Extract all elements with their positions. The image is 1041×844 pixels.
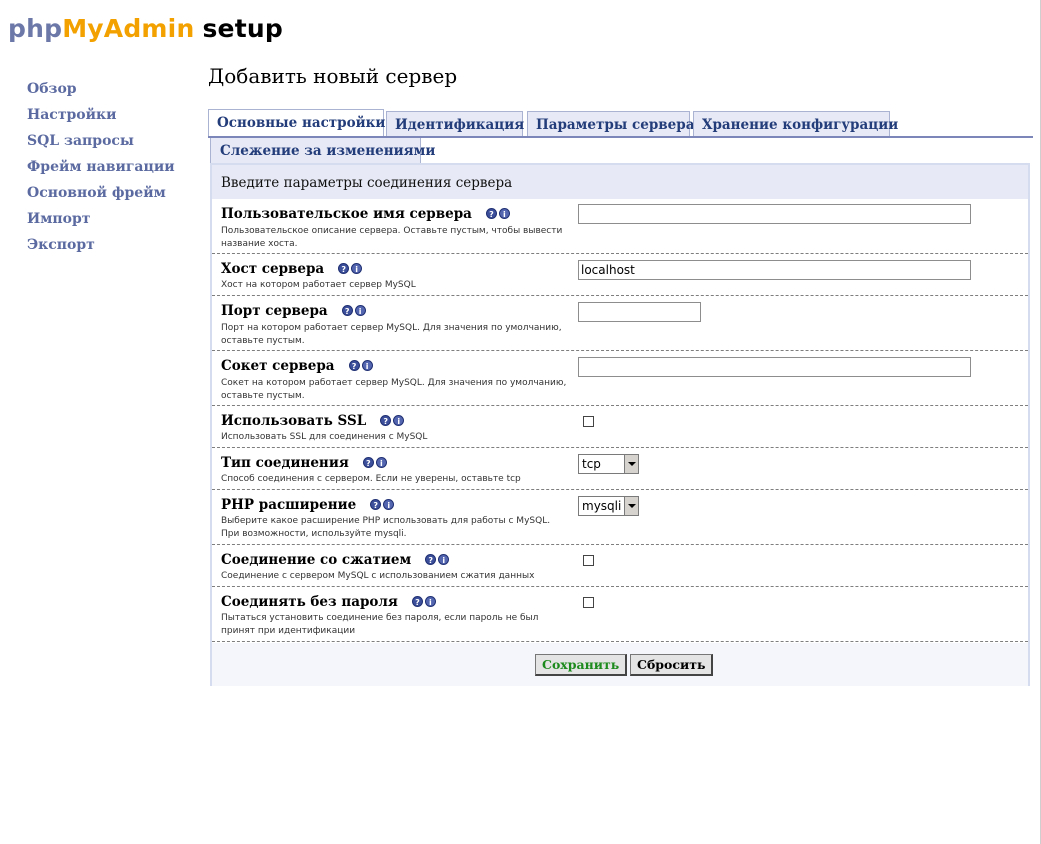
menu-item-overview[interactable]: Обзор <box>27 79 175 105</box>
menu-item-navigation-frame[interactable]: Фрейм навигации <box>27 157 175 183</box>
field-description: Способ соединения с сервером. Если не ув… <box>221 474 521 484</box>
documentation-icon[interactable]: ? <box>338 263 350 274</box>
compress-checkbox[interactable] <box>583 555 594 566</box>
info-icon[interactable]: i <box>393 415 405 426</box>
field-description: Пытаться установить соединение без парол… <box>221 613 539 636</box>
field-label: Использовать SSL? i <box>221 412 406 429</box>
info-icon[interactable]: i <box>375 457 387 468</box>
documentation-icon[interactable]: ? <box>348 360 360 371</box>
left-menu: Обзор Настройки SQL запросы Фрейм навига… <box>27 79 175 261</box>
menu-item-main-frame[interactable]: Основной фрейм <box>27 183 175 209</box>
field-label: Пользовательское имя сервера? i <box>221 205 512 222</box>
server-host-input[interactable] <box>578 260 971 280</box>
field-label: PHP расширение? i <box>221 496 396 513</box>
tab-server-parameters[interactable]: Параметры сервера <box>527 111 694 137</box>
info-icon[interactable]: i <box>351 263 363 274</box>
chevron-down-icon[interactable] <box>624 497 638 515</box>
documentation-icon[interactable]: ? <box>380 415 392 426</box>
field-label: Порт сервера? i <box>221 302 368 319</box>
field-label: Соединение со сжатием? i <box>221 551 451 568</box>
documentation-icon[interactable]: ? <box>425 554 437 565</box>
tab-basic-settings[interactable]: Основные настройки <box>208 109 385 137</box>
server-socket-input[interactable] <box>578 357 971 377</box>
field-description: Соединение с сервером MySQL с использова… <box>221 571 535 581</box>
connect-type-select[interactable]: tcp <box>578 454 639 474</box>
menu-item-import[interactable]: Импорт <box>27 209 175 235</box>
documentation-icon[interactable]: ? <box>485 208 497 219</box>
save-button[interactable]: Сохранить <box>535 654 628 676</box>
field-row-nopassword: Соединять без пароля? i Пытаться установи… <box>212 587 1028 642</box>
info-icon[interactable]: i <box>354 305 366 316</box>
field-description: Порт на котором работает сервер MySQL. Д… <box>221 323 562 346</box>
field-label: Тип соединения? i <box>221 454 389 471</box>
server-port-input[interactable] <box>578 302 701 322</box>
info-icon[interactable]: i <box>498 208 510 219</box>
documentation-icon[interactable]: ? <box>341 305 353 316</box>
info-icon[interactable]: i <box>424 596 436 607</box>
field-row-extension: PHP расширение? i Выберите какое расширен… <box>212 490 1028 545</box>
field-row-compress: Соединение со сжатием? i Соединение с сер… <box>212 545 1028 587</box>
field-row-port: Порт сервера? i Порт на котором работает … <box>212 296 1028 351</box>
field-row-verbose-name: Пользовательское имя сервера? i Пользоват… <box>212 199 1028 254</box>
app-logo[interactable]: phpMyAdmin setup <box>8 14 283 43</box>
menu-item-export[interactable]: Экспорт <box>27 235 175 261</box>
field-label: Сокет сервера? i <box>221 357 375 374</box>
documentation-icon[interactable]: ? <box>370 499 382 510</box>
documentation-icon[interactable]: ? <box>411 596 423 607</box>
tab-config-storage[interactable]: Хранение конфигурации <box>693 111 898 137</box>
field-label: Хост сервера? i <box>221 260 364 277</box>
tab-authentication[interactable]: Идентификация <box>386 111 524 137</box>
field-description: Использовать SSL для соединения с MySQL <box>221 432 428 442</box>
info-icon[interactable]: i <box>383 499 395 510</box>
chevron-down-icon[interactable] <box>624 455 638 473</box>
field-description: Хост на котором работает сервер MySQL <box>221 280 416 290</box>
field-row-ssl: Использовать SSL? i Использовать SSL для … <box>212 406 1028 448</box>
field-description: Сокет на котором работает сервер MySQL. … <box>221 378 567 401</box>
field-row-connect-type: Тип соединения? i Способ соединения с сер… <box>212 448 1028 490</box>
server-form: Введите параметры соединения сервера Пол… <box>210 163 1030 686</box>
field-row-socket: Сокет сервера? i Сокет на котором работае… <box>212 351 1028 406</box>
form-buttons: Сохранить Сбросить <box>212 643 1028 686</box>
php-extension-select[interactable]: mysqli <box>578 496 639 516</box>
reset-button[interactable]: Сбросить <box>630 654 714 676</box>
menu-item-settings[interactable]: Настройки <box>27 105 175 131</box>
info-icon[interactable]: i <box>438 554 450 565</box>
field-row-host: Хост сервера? i Хост на котором работает … <box>212 254 1028 296</box>
menu-item-sql-queries[interactable]: SQL запросы <box>27 131 175 157</box>
documentation-icon[interactable]: ? <box>362 457 374 468</box>
info-icon[interactable]: i <box>361 360 373 371</box>
page-title: Добавить новый сервер <box>208 64 458 88</box>
field-label: Соединять без пароля? i <box>221 593 438 610</box>
form-legend: Введите параметры соединения сервера <box>212 165 1028 199</box>
field-description: Пользовательское описание сервера. Остав… <box>221 226 563 249</box>
tab-change-tracking[interactable]: Слежение за изменениями <box>210 138 435 164</box>
nopassword-checkbox[interactable] <box>583 597 594 608</box>
server-verbose-name-input[interactable] <box>578 204 971 224</box>
use-ssl-checkbox[interactable] <box>583 416 594 427</box>
field-description: Выберите какое расширение PHP использова… <box>221 516 551 539</box>
